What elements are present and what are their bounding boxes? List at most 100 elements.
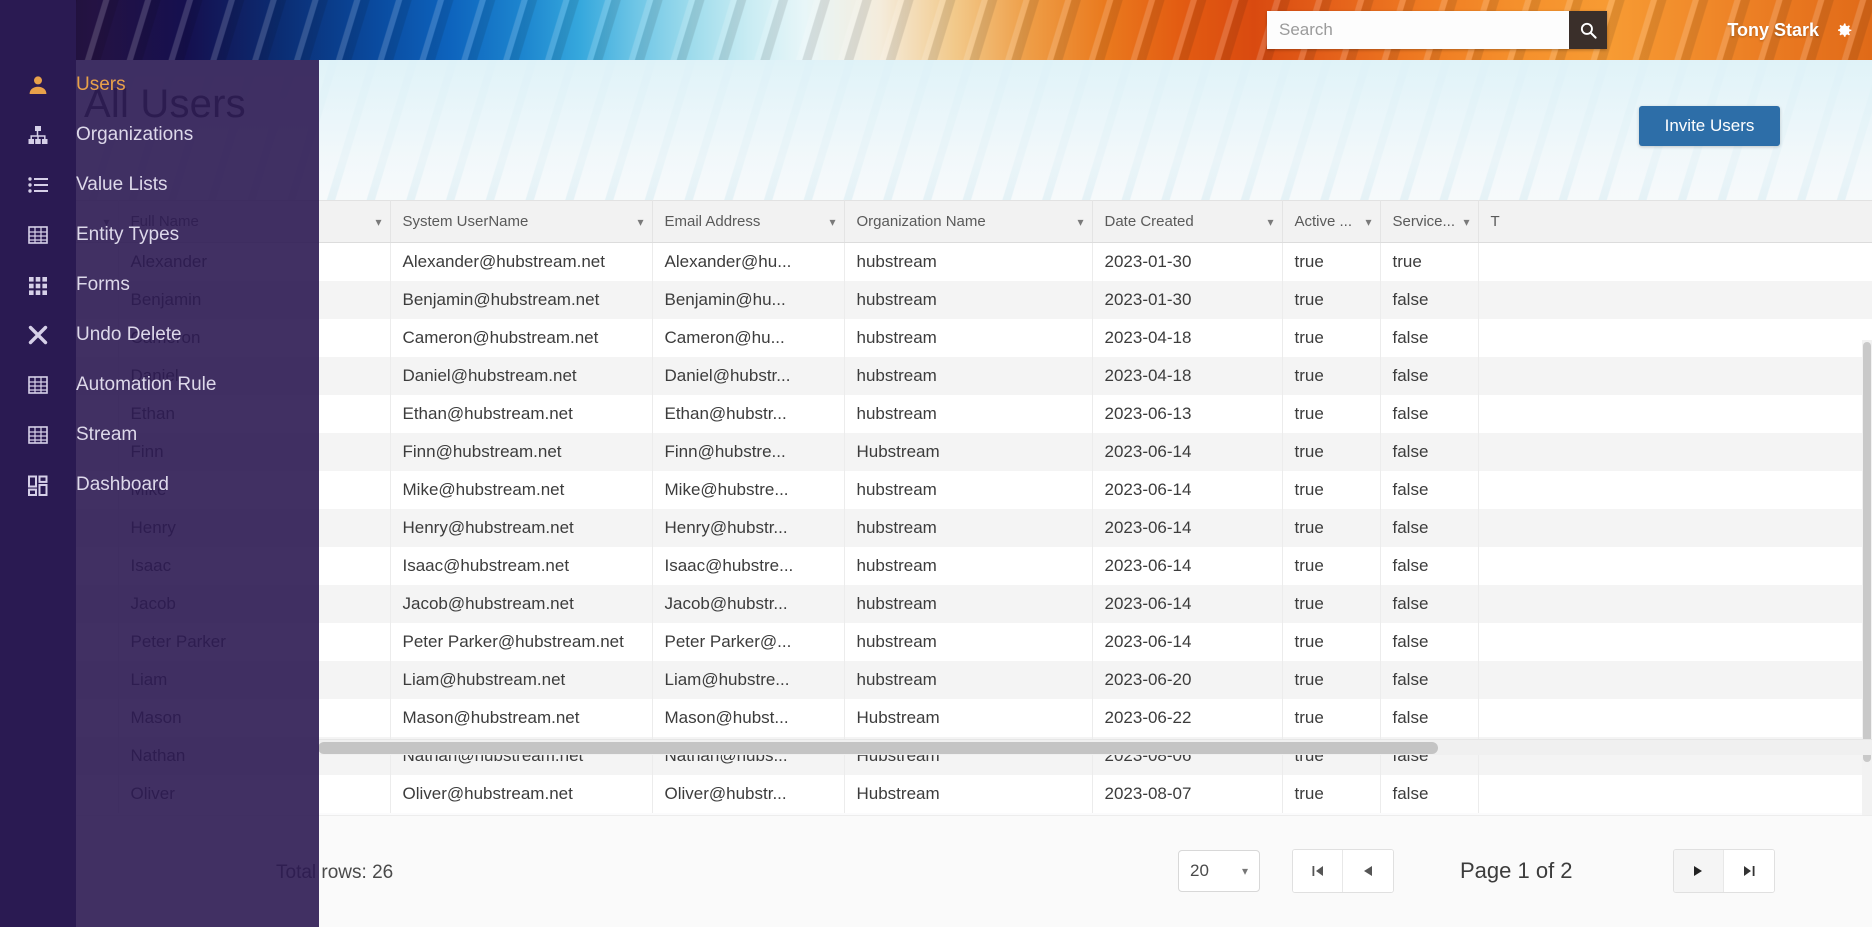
cell-tail[interactable]	[1478, 280, 1872, 319]
cell-active[interactable]: true	[1282, 660, 1381, 699]
column-header-service[interactable]: Service... ▾	[1380, 200, 1479, 243]
column-header-date-created[interactable]: Date Created ▾	[1092, 200, 1283, 243]
cell-email[interactable]: Jacob@hubstr...	[652, 584, 845, 623]
cell-tail[interactable]	[1478, 470, 1872, 509]
cell-org[interactable]: hubstream	[844, 546, 1093, 585]
cell-tail[interactable]	[1478, 584, 1872, 623]
cell-tail[interactable]	[1478, 508, 1872, 547]
cell-tail[interactable]	[1478, 660, 1872, 699]
cell-email[interactable]: Mike@hubstre...	[652, 470, 845, 509]
column-header-system-username[interactable]: System UserName ▾	[390, 200, 653, 243]
cell-org[interactable]: Hubstream	[844, 698, 1093, 737]
cell-system_username[interactable]: Benjamin@hubstream.net	[390, 280, 653, 319]
first-page-button[interactable]	[1293, 850, 1343, 892]
cell-active[interactable]: true	[1282, 774, 1381, 813]
cell-service[interactable]: false	[1380, 660, 1479, 699]
cell-date_created[interactable]: 2023-04-18	[1092, 356, 1283, 395]
cell-org[interactable]: hubstream	[844, 356, 1093, 395]
cell-service[interactable]: false	[1380, 508, 1479, 547]
cell-date_created[interactable]: 2023-06-20	[1092, 660, 1283, 699]
cell-service[interactable]: false	[1380, 622, 1479, 661]
cell-system_username[interactable]: Cameron@hubstream.net	[390, 318, 653, 357]
sidebar-item-entity-types[interactable]: Entity Types	[0, 210, 319, 260]
cell-org[interactable]: hubstream	[844, 242, 1093, 281]
chevron-down-icon[interactable]: ▾	[829, 215, 835, 229]
cell-system_username[interactable]: Henry@hubstream.net	[390, 508, 653, 547]
cell-tail[interactable]	[1478, 546, 1872, 585]
cell-system_username[interactable]: Oliver@hubstream.net	[390, 774, 653, 813]
cell-active[interactable]: true	[1282, 546, 1381, 585]
cell-system_username[interactable]: Liam@hubstream.net	[390, 660, 653, 699]
vertical-scrollbar[interactable]	[1862, 340, 1872, 880]
cell-org[interactable]: hubstream	[844, 622, 1093, 661]
cell-date_created[interactable]: 2023-06-22	[1092, 698, 1283, 737]
cell-active[interactable]: true	[1282, 318, 1381, 357]
vertical-scrollbar-thumb[interactable]	[1863, 342, 1871, 762]
cell-tail[interactable]	[1478, 318, 1872, 357]
cell-org[interactable]: hubstream	[844, 508, 1093, 547]
cell-email[interactable]: Liam@hubstre...	[652, 660, 845, 699]
cell-service[interactable]: false	[1380, 698, 1479, 737]
cell-active[interactable]: true	[1282, 242, 1381, 281]
cell-date_created[interactable]: 2023-01-30	[1092, 242, 1283, 281]
cell-active[interactable]: true	[1282, 698, 1381, 737]
chevron-down-icon[interactable]: ▾	[1077, 215, 1083, 229]
cell-email[interactable]: Ethan@hubstr...	[652, 394, 845, 433]
cell-service[interactable]: false	[1380, 318, 1479, 357]
cell-email[interactable]: Isaac@hubstre...	[652, 546, 845, 585]
cell-date_created[interactable]: 2023-06-14	[1092, 508, 1283, 547]
cell-date_created[interactable]: 2023-06-14	[1092, 584, 1283, 623]
cell-email[interactable]: Peter Parker@...	[652, 622, 845, 661]
cell-service[interactable]: false	[1380, 280, 1479, 319]
cell-system_username[interactable]: Jacob@hubstream.net	[390, 584, 653, 623]
search-input[interactable]	[1267, 11, 1569, 49]
cell-active[interactable]: true	[1282, 584, 1381, 623]
cell-org[interactable]: hubstream	[844, 660, 1093, 699]
cell-service[interactable]: false	[1380, 470, 1479, 509]
prev-page-button[interactable]	[1343, 850, 1393, 892]
cell-service[interactable]: false	[1380, 432, 1479, 471]
cell-date_created[interactable]: 2023-06-14	[1092, 470, 1283, 509]
cell-tail[interactable]	[1478, 242, 1872, 281]
cell-email[interactable]: Daniel@hubstr...	[652, 356, 845, 395]
cell-system_username[interactable]: Peter Parker@hubstream.net	[390, 622, 653, 661]
column-header-tail[interactable]: T	[1478, 200, 1872, 243]
sidebar-item-forms[interactable]: Forms	[0, 260, 319, 310]
cell-tail[interactable]	[1478, 698, 1872, 737]
cell-date_created[interactable]: 2023-06-13	[1092, 394, 1283, 433]
cell-active[interactable]: true	[1282, 356, 1381, 395]
next-page-button[interactable]	[1673, 850, 1724, 892]
sidebar-item-value-lists[interactable]: Value Lists	[0, 160, 319, 210]
last-page-button[interactable]	[1723, 850, 1774, 892]
search-box[interactable]	[1267, 11, 1607, 49]
cell-service[interactable]: false	[1380, 356, 1479, 395]
chevron-down-icon[interactable]: ▾	[375, 215, 381, 229]
cell-org[interactable]: hubstream	[844, 318, 1093, 357]
cell-org[interactable]: hubstream	[844, 584, 1093, 623]
cell-tail[interactable]	[1478, 394, 1872, 433]
cell-service[interactable]: false	[1380, 394, 1479, 433]
sidebar-item-automation-rule[interactable]: Automation Rule	[0, 360, 319, 410]
cell-active[interactable]: true	[1282, 622, 1381, 661]
cell-service[interactable]: false	[1380, 774, 1479, 813]
cell-tail[interactable]	[1478, 432, 1872, 471]
page-size-select[interactable]: 20 ▾	[1178, 850, 1260, 892]
cell-system_username[interactable]: Daniel@hubstream.net	[390, 356, 653, 395]
cell-tail[interactable]	[1478, 622, 1872, 661]
sidebar-item-dashboard[interactable]: Dashboard	[0, 460, 319, 510]
cell-system_username[interactable]: Finn@hubstream.net	[390, 432, 653, 471]
cell-org[interactable]: hubstream	[844, 394, 1093, 433]
cell-system_username[interactable]: Mason@hubstream.net	[390, 698, 653, 737]
cell-active[interactable]: true	[1282, 280, 1381, 319]
cell-active[interactable]: true	[1282, 470, 1381, 509]
cell-system_username[interactable]: Ethan@hubstream.net	[390, 394, 653, 433]
cell-org[interactable]: hubstream	[844, 280, 1093, 319]
invite-users-button[interactable]: Invite Users	[1639, 106, 1780, 146]
cell-date_created[interactable]: 2023-06-14	[1092, 622, 1283, 661]
cell-active[interactable]: true	[1282, 394, 1381, 433]
cell-date_created[interactable]: 2023-01-30	[1092, 280, 1283, 319]
column-header-organization-name[interactable]: Organization Name ▾	[844, 200, 1093, 243]
user-menu[interactable]: Tony Stark	[1727, 0, 1854, 60]
chevron-down-icon[interactable]: ▾	[1267, 215, 1273, 229]
cell-date_created[interactable]: 2023-08-07	[1092, 774, 1283, 813]
